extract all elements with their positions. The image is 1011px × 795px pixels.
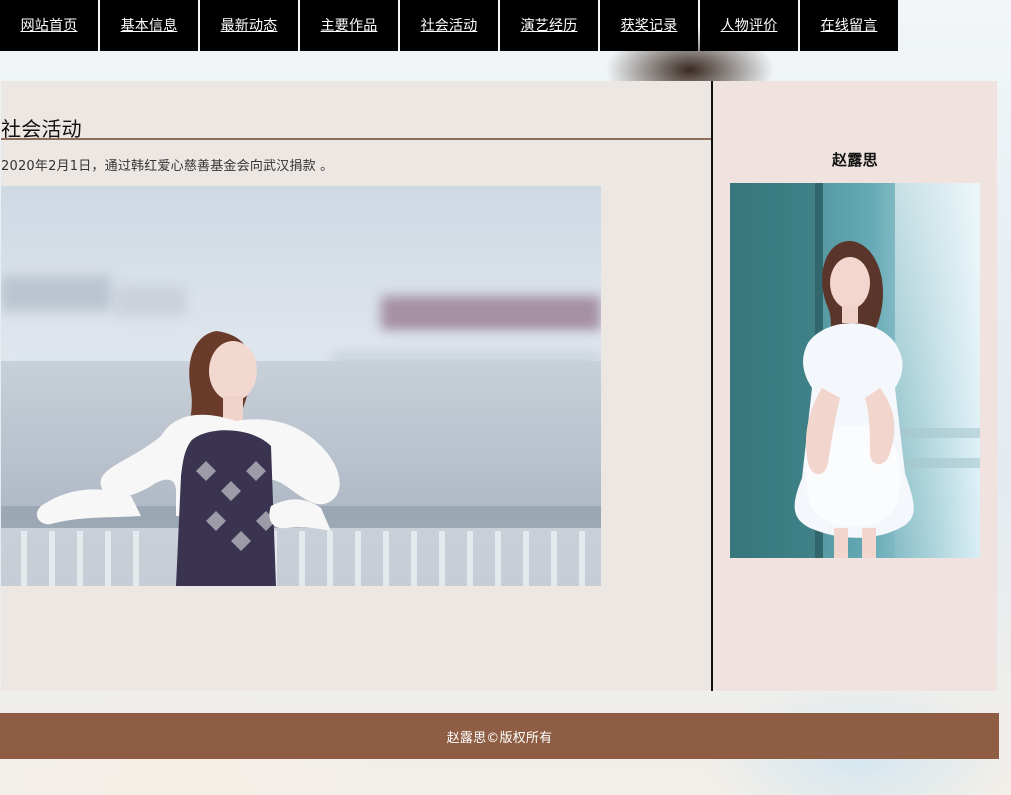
main-photo [1, 186, 601, 586]
main-content: 社会活动 2020年2月1日，通过韩红爱心慈善基金会向武汉捐款 。 [1, 81, 711, 691]
sidebar-name: 赵露思 [832, 151, 878, 169]
nav-item-basic-info[interactable]: 基本信息 [100, 0, 198, 51]
photo-portrait-window-image [730, 183, 980, 558]
activity-text: 2020年2月1日，通过韩红爱心慈善基金会向武汉捐款 。 [1, 159, 334, 174]
nav-item-home[interactable]: 网站首页 [0, 0, 98, 51]
footer: 赵露思©版权所有 [0, 713, 999, 759]
nav-item-latest-news[interactable]: 最新动态 [200, 0, 298, 51]
photo-outdoor-railing-image [1, 186, 601, 586]
section-divider [1, 138, 711, 140]
nav-item-social-activities[interactable]: 社会活动 [400, 0, 498, 51]
nav-item-career[interactable]: 演艺经历 [500, 0, 598, 51]
sidebar-photo [730, 183, 980, 558]
nav-item-awards[interactable]: 获奖记录 [600, 0, 698, 51]
top-nav: 网站首页 基本信息 最新动态 主要作品 社会活动 演艺经历 获奖记录 人物评价 … [0, 0, 898, 51]
nav-item-messages[interactable]: 在线留言 [800, 0, 898, 51]
sidebar: 赵露思 [713, 81, 997, 691]
nav-item-works[interactable]: 主要作品 [300, 0, 398, 51]
footer-copyright: 赵露思©版权所有 [446, 730, 553, 746]
nav-item-reviews[interactable]: 人物评价 [700, 0, 798, 51]
